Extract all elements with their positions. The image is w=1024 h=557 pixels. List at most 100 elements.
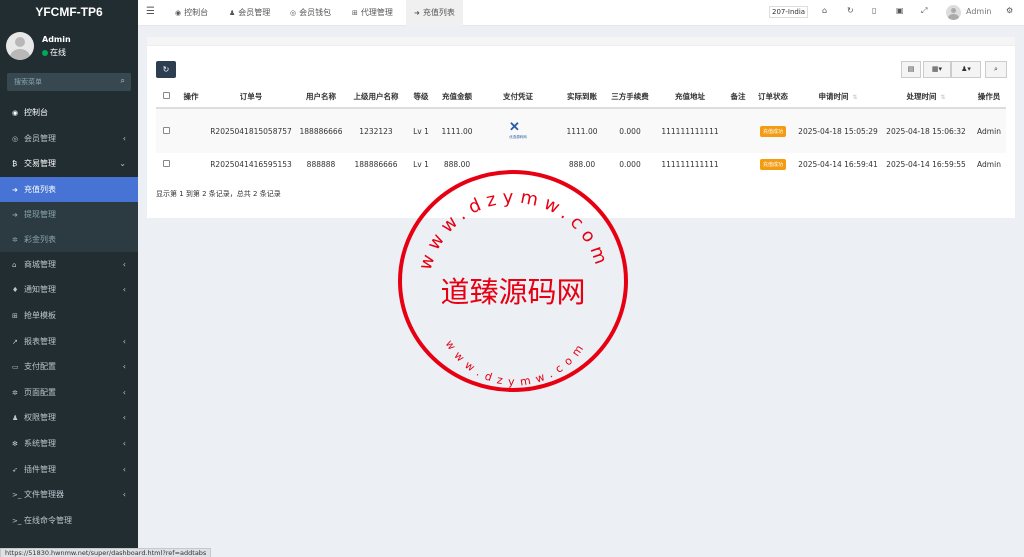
sidebar-item-plugins[interactable]: ➶ 插件管理 ‹ [0,457,138,483]
header-username[interactable]: Admin [966,7,992,16]
row-checkbox[interactable] [162,159,170,167]
user-name: Admin [42,35,71,44]
col-fee[interactable]: 三方手续费 [606,86,654,109]
refresh-button[interactable]: ↻ [156,61,176,78]
col-actual[interactable]: 实际到账 [558,86,606,109]
tab-label: 会员钱包 [299,8,332,17]
col-voucher[interactable]: 支付凭证 [478,86,558,109]
bitcoin-icon: ₿ [12,160,18,169]
col-user[interactable]: 用户名称 [296,86,346,109]
cogs-icon: ✻ [12,439,18,448]
sidebar-item-label: 交易管理 [24,159,56,169]
chevron-left-icon: ‹ [122,259,126,269]
sidebar-item-system[interactable]: ✻ 系统管理 ‹ [0,431,138,457]
sidebar-item-members[interactable]: ◎ 会员管理 ‹ [0,126,138,152]
applied-cell: 2025-04-14 16:59:41 [798,159,878,169]
sidebar-item-order-template[interactable]: ⊞ 抢单模板 [0,303,138,329]
user-circle-icon: ◎ [12,134,19,143]
sidebar-item-notify[interactable]: ♦ 通知管理 ‹ [0,277,138,303]
header-avatar[interactable] [946,5,961,20]
tab-wallet[interactable]: ◎ 会员钱包 [290,0,331,26]
sidebar-item-online-command[interactable]: >_ 在线命令管理 [0,508,138,534]
sidebar-item-label: 彩金列表 [24,234,56,244]
export-button[interactable]: ♟▾ [951,61,981,78]
select-all-checkbox[interactable] [162,92,170,99]
watermark-seal: www.dzymw.com 道臻源码网 www.dzymw.com [398,170,628,392]
sidebar-item-label: 商城管理 [24,259,56,269]
sidebar-item-label: 会员管理 [24,133,56,143]
table-header-row: 操作 订单号 用户名称 上级用户名称 等级 充值金额 支付凭证 实际到账 三方手… [156,86,1006,109]
terminal-icon: >_ [12,516,22,525]
avatar [6,32,34,60]
sidebar-item-withdraw[interactable]: ➜ 提现管理 [0,201,138,227]
sort-icon[interactable]: ⇅ [940,94,945,101]
fullscreen-icon[interactable]: ⤢ [921,6,927,16]
sitemap-icon: ⊞ [352,9,358,17]
home-icon[interactable]: ⌂ [822,6,827,15]
sidebar-item-reports[interactable]: ↗ 报表管理 ‹ [0,329,138,355]
sidebar-item-recharge-list[interactable]: ➜ 充值列表 [0,176,138,202]
grid-icon: ▦▾ [931,65,943,73]
line-chart-icon: ↗ [12,337,18,346]
col-applied[interactable]: 申请时间 ⇅ [796,86,880,109]
tab-recharge-list[interactable]: ➜ 充值列表 [406,0,463,26]
chevron-left-icon: ‹ [122,336,126,346]
voucher-image[interactable]: ✕ 优选源码网 [506,119,530,141]
trash-icon[interactable]: ▯ [872,6,876,15]
menu-search-input[interactable]: 搜索菜单 ⌕ [7,73,131,91]
toggle-view-button[interactable]: ▤ [901,61,921,78]
table-row[interactable]: R2025041815058757 188886666 1232123 Lv 1… [156,108,1006,153]
col-order-no[interactable]: 订单号 [206,86,296,109]
sidebar-item-pages[interactable]: ✲ 页面配置 ‹ [0,380,138,406]
columns-button[interactable]: ▦▾ [923,61,951,78]
sidebar-item-shop[interactable]: ⌂ 商城管理 ‹ [0,252,138,278]
user-status: 在线 [42,47,66,58]
col-address[interactable]: 充值地址 [654,86,726,109]
tab-dashboard[interactable]: ◉ 控制台 [175,0,208,26]
hamburger-menu-icon[interactable]: ☰ [146,6,155,17]
user-icon: ♟ [229,9,236,17]
col-processed[interactable]: 处理时间 ⇅ [880,86,972,109]
col-remark[interactable]: 备注 [726,86,750,109]
sidebar-item-file-manager[interactable]: >_ 文件管理器 ‹ [0,482,138,508]
language-selector[interactable]: 207-India [769,6,809,18]
seal-center-text: 道臻源码网 [440,275,585,309]
row-select-cell [156,153,176,175]
cogs-icon[interactable]: ⚙ [1006,6,1013,15]
tab-members[interactable]: ♟ 会员管理 [229,0,270,26]
bell-icon: ♦ [12,286,19,295]
translate-icon[interactable]: ▣ [896,6,904,15]
sidebar-item-label: 页面配置 [24,387,56,397]
app-logo[interactable]: YFCMF-TP6 [0,0,138,24]
chevron-left-icon: ‹ [122,464,126,474]
sidebar-item-bonus[interactable]: ✲ 彩金列表 [0,226,138,252]
sidebar-item-permissions[interactable]: ♟ 权限管理 ‹ [0,405,138,431]
terminal-icon: >_ [12,491,22,500]
sidebar-item-label: 充值列表 [24,184,56,194]
tab-agents[interactable]: ⊞ 代理管理 [352,0,393,26]
chevron-left-icon: ‹ [122,285,126,295]
user-status-label: 在线 [50,48,66,57]
sidebar-item-label: 控制台 [24,108,48,117]
sort-icon[interactable]: ⇅ [852,94,857,101]
chevron-left-icon: ‹ [122,133,126,143]
logo-icon: ✕ [509,119,520,134]
sidebar-item-payment[interactable]: ▭ 支付配置 ‹ [0,354,138,380]
col-level[interactable]: 等级 [406,86,436,109]
sidebar-item-trading[interactable]: ₿ 交易管理 ⌄ [0,151,138,177]
col-parent[interactable]: 上级用户名称 [346,86,406,109]
col-action: 操作 [176,86,206,109]
col-operator[interactable]: 操作员 [972,86,1006,109]
search-icon[interactable]: ⌕ [121,76,125,86]
row-checkbox[interactable] [162,126,170,134]
credit-card-icon: ▭ [12,363,19,372]
sidebar-item-dashboard[interactable]: ◉ 控制台 [0,100,138,126]
refresh-icon[interactable]: ↻ [847,6,854,15]
col-amount[interactable]: 充值金额 [436,86,478,109]
level-cell: Lv 1 [406,108,436,153]
col-status[interactable]: 订单状态 [750,86,796,109]
user-icon: ♟▾ [961,65,971,73]
order-no-cell: R2025041815058757 [206,108,296,153]
sign-in-icon: ➜ [414,9,420,17]
search-button[interactable]: ⌕ [985,61,1007,78]
